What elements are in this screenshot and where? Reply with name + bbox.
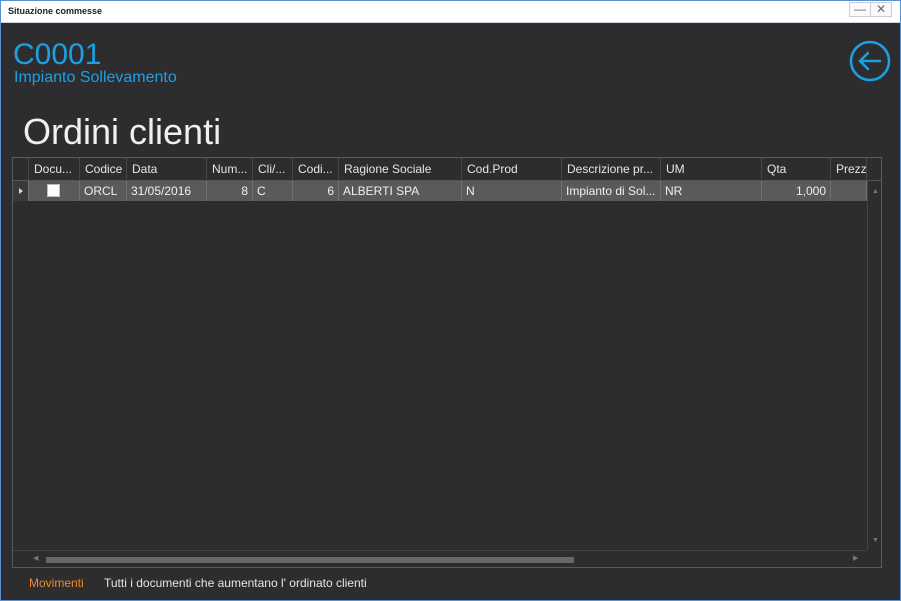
scroll-right-icon[interactable]: ▶ bbox=[853, 554, 858, 562]
cell-cli: C bbox=[253, 181, 293, 201]
cell-codice-cliente: 6 bbox=[293, 181, 339, 201]
column-header-codice-cliente[interactable]: Codi... bbox=[293, 158, 339, 181]
column-header-codice[interactable]: Codice bbox=[80, 158, 127, 181]
commessa-description: Impianto Sollevamento bbox=[14, 69, 177, 86]
cell-numero: 8 bbox=[207, 181, 253, 201]
cell-codice: ORCL bbox=[80, 181, 127, 201]
scroll-up-icon[interactable]: ▲ bbox=[872, 188, 879, 195]
vertical-scrollbar[interactable]: ▲ ▼ bbox=[867, 181, 881, 550]
cell-ragione-sociale: ALBERTI SPA bbox=[339, 181, 462, 201]
app-window: Situazione commesse — ✕ C0001 Impianto S… bbox=[0, 0, 901, 601]
horizontal-scrollbar[interactable]: ◀ ▶ bbox=[13, 550, 867, 567]
commessa-code: C0001 bbox=[13, 38, 102, 71]
close-button[interactable]: ✕ bbox=[870, 2, 892, 17]
grid-header: Docu... Codice Data Num... Cli/... Codi.… bbox=[13, 158, 881, 181]
minimize-button[interactable]: — bbox=[849, 2, 871, 17]
column-header-cod-prod[interactable]: Cod.Prod bbox=[462, 158, 562, 181]
cell-data: 31/05/2016 bbox=[127, 181, 207, 201]
title-bar: Situazione commesse — ✕ bbox=[1, 1, 900, 23]
column-header-data[interactable]: Data bbox=[127, 158, 207, 181]
orders-grid: Docu... Codice Data Num... Cli/... Codi.… bbox=[12, 157, 882, 568]
scrollbar-corner bbox=[867, 550, 881, 567]
cell-prezzo bbox=[831, 181, 867, 201]
row-selector-header bbox=[13, 158, 29, 181]
scroll-left-icon[interactable]: ◀ bbox=[33, 554, 38, 562]
window-title: Situazione commesse bbox=[8, 6, 103, 16]
cell-um: NR bbox=[661, 181, 762, 201]
column-header-qta[interactable]: Qta bbox=[762, 158, 831, 181]
horizontal-scroll-thumb[interactable] bbox=[46, 557, 574, 563]
column-header-um[interactable]: UM bbox=[661, 158, 762, 181]
column-header-numero[interactable]: Num... bbox=[207, 158, 253, 181]
cell-documento bbox=[29, 181, 80, 201]
table-row[interactable]: ORCL 31/05/2016 8 C 6 ALBERTI SPA N Impi… bbox=[13, 181, 867, 201]
footer-description: Tutti i documenti che aumentano l' ordin… bbox=[104, 576, 367, 590]
row-pointer-icon bbox=[19, 188, 23, 194]
scroll-down-icon[interactable]: ▼ bbox=[872, 537, 879, 544]
cell-cod-prod: N bbox=[462, 181, 562, 201]
documento-checkbox[interactable] bbox=[47, 184, 60, 197]
movimenti-link[interactable]: Movimenti bbox=[29, 576, 84, 590]
column-header-documento[interactable]: Docu... bbox=[29, 158, 80, 181]
column-header-cli[interactable]: Cli/... bbox=[253, 158, 293, 181]
column-header-ragione-sociale[interactable]: Ragione Sociale bbox=[339, 158, 462, 181]
column-header-prezzo[interactable]: Prezzo bbox=[831, 158, 867, 181]
cell-descrizione: Impianto di Sol... bbox=[562, 181, 661, 201]
cell-qta: 1,000 bbox=[762, 181, 831, 201]
current-row-indicator bbox=[13, 181, 29, 201]
back-arrow-icon[interactable] bbox=[849, 40, 891, 82]
section-title: Ordini clienti bbox=[23, 111, 222, 152]
column-header-descrizione[interactable]: Descrizione pr... bbox=[562, 158, 661, 181]
